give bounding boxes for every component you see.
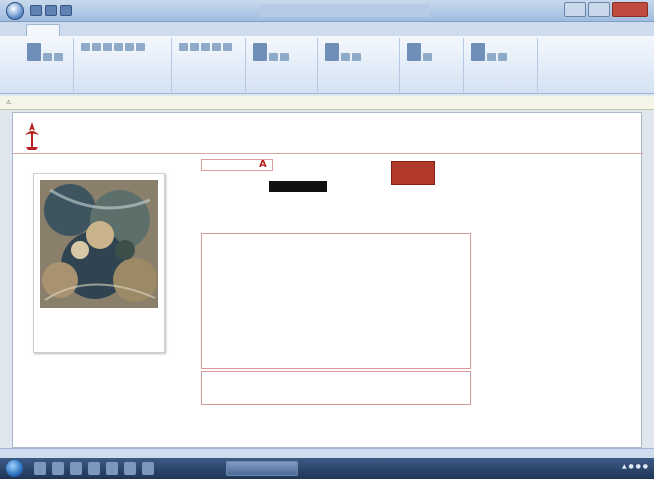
go-button[interactable] <box>391 161 435 185</box>
cut-icon[interactable] <box>54 53 63 61</box>
font-icon[interactable] <box>114 43 123 51</box>
taskbar-app-icon[interactable] <box>106 462 118 475</box>
ribbon-group-views <box>22 38 74 92</box>
security-infobar: ⚠ <box>0 96 654 110</box>
italic-icon[interactable] <box>190 43 199 51</box>
photo-frame <box>33 173 165 353</box>
ribbon-group-window <box>402 38 464 92</box>
ribbon-tabs <box>0 22 654 36</box>
status-bar <box>0 448 654 458</box>
marker-label: A <box>259 159 267 170</box>
align-icon[interactable] <box>212 43 221 51</box>
artifact-photo <box>40 180 158 308</box>
taskbar-app-icon[interactable] <box>34 462 46 475</box>
delete-record-icon[interactable] <box>280 53 289 61</box>
maximize-icon[interactable] <box>588 2 610 17</box>
window-icon[interactable] <box>407 43 421 61</box>
close-icon[interactable] <box>612 2 648 17</box>
ribbon <box>0 36 654 94</box>
ribbon-group-font <box>174 38 246 92</box>
taskbar-active-window[interactable] <box>226 461 298 476</box>
sort-ascending-icon[interactable] <box>341 53 350 61</box>
redo-icon[interactable] <box>60 5 72 16</box>
redacted-value <box>269 181 327 192</box>
minimize-icon[interactable] <box>564 2 586 17</box>
font-icon[interactable] <box>125 43 134 51</box>
taskbar-app-icon[interactable] <box>142 462 154 475</box>
taskbar-app-icon[interactable] <box>124 462 136 475</box>
sort-descending-icon[interactable] <box>352 53 361 61</box>
taskbar-app-icon[interactable] <box>70 462 82 475</box>
save-record-icon[interactable] <box>269 53 278 61</box>
tab[interactable] <box>64 24 94 36</box>
font-icon[interactable] <box>136 43 145 51</box>
ribbon-group-find <box>466 38 538 92</box>
form-banner <box>21 119 621 155</box>
note-textarea[interactable] <box>201 371 471 405</box>
align-icon[interactable] <box>223 43 232 51</box>
detail-textarea[interactable] <box>201 233 471 369</box>
bold-icon[interactable] <box>179 43 188 51</box>
tab[interactable] <box>98 24 128 36</box>
find-icon[interactable] <box>471 43 485 61</box>
font-icon[interactable] <box>103 43 112 51</box>
system-tray: ▲ ● ● ● <box>621 463 648 470</box>
banner-divider <box>13 153 643 154</box>
ribbon-group-clipboard <box>76 38 172 92</box>
institution-logo-icon <box>25 122 39 150</box>
font-icon[interactable] <box>92 43 101 51</box>
ribbon-group-sort <box>320 38 400 92</box>
undo-icon[interactable] <box>45 5 57 16</box>
taskbar-app-icon[interactable] <box>88 462 100 475</box>
office-orb-icon[interactable] <box>6 2 24 20</box>
replace-icon[interactable] <box>487 53 496 61</box>
tab-active[interactable] <box>26 24 60 36</box>
save-icon[interactable] <box>30 5 42 16</box>
infobar-icon: ⚠ <box>6 99 12 106</box>
start-icon[interactable] <box>6 460 23 477</box>
quick-access-toolbar <box>30 5 72 16</box>
ribbon-group-records <box>248 38 318 92</box>
tab[interactable] <box>132 24 162 36</box>
underline-icon[interactable] <box>201 43 210 51</box>
paste-icon[interactable] <box>43 53 52 61</box>
taskbar-app-icon[interactable] <box>52 462 64 475</box>
font-icon[interactable] <box>81 43 90 51</box>
window-title <box>260 4 430 17</box>
window-controls <box>564 2 648 17</box>
view-icon[interactable] <box>27 43 41 61</box>
window-titlebar <box>0 0 654 22</box>
filter-icon[interactable] <box>325 43 339 61</box>
goto-icon[interactable] <box>498 53 507 61</box>
window-icon[interactable] <box>423 53 432 61</box>
form-document: A <box>12 112 643 448</box>
taskbar: ▲ ● ● ● <box>0 458 654 479</box>
new-record-icon[interactable] <box>253 43 267 61</box>
